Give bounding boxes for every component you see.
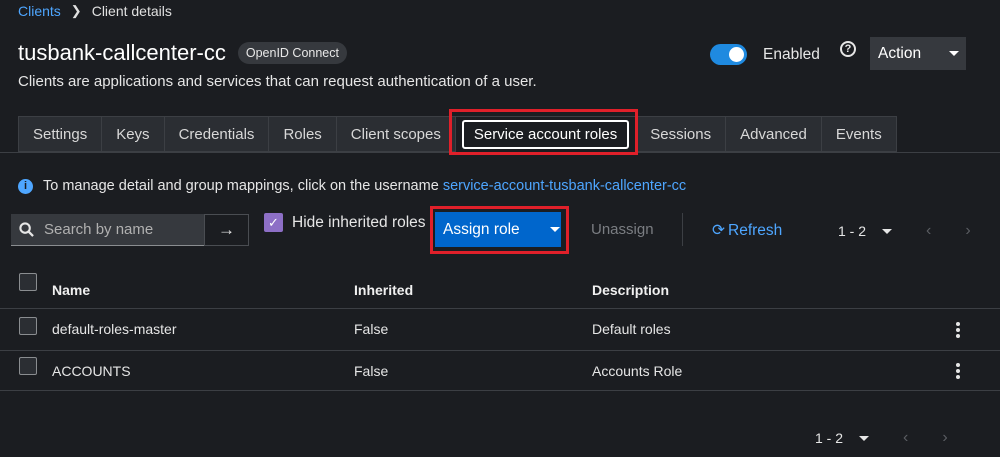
tab-keys[interactable]: Keys <box>101 116 164 152</box>
hide-inherited-label: Hide inherited roles <box>292 213 426 231</box>
prev-page-icon[interactable]: ‹ <box>903 429 908 447</box>
hide-inherited-checkbox[interactable]: ✓ Hide inherited roles <box>264 213 426 232</box>
service-account-link[interactable]: service-account-tusbank-callcenter-cc <box>443 178 686 194</box>
caret-down-icon <box>549 227 560 232</box>
breadcrumb-current: Client details <box>91 3 172 19</box>
table-header: Name Inherited Description <box>0 263 1000 309</box>
row-checkbox[interactable] <box>19 317 37 335</box>
pagination-bottom: 1 - 2 ‹ › <box>815 429 948 447</box>
column-header-inherited[interactable]: Inherited <box>354 282 413 298</box>
breadcrumb: Clients ❯ Client details <box>18 3 172 19</box>
caret-down-icon[interactable] <box>882 228 893 234</box>
search-input[interactable] <box>44 221 194 238</box>
tab-sessions[interactable]: Sessions <box>635 116 726 152</box>
help-icon[interactable]: ? <box>840 41 856 57</box>
highlight-box-tab <box>449 109 638 155</box>
caret-down-icon[interactable] <box>859 435 870 441</box>
enabled-label: Enabled <box>763 45 820 63</box>
caret-down-icon <box>949 51 960 56</box>
tab-advanced[interactable]: Advanced <box>725 116 821 152</box>
next-page-icon[interactable]: › <box>942 429 947 447</box>
action-dropdown[interactable]: Action <box>870 37 966 70</box>
title-row: tusbank-callcenter-cc OpenID Connect <box>18 40 347 66</box>
table-row: default-roles-master False Default roles <box>0 309 1000 351</box>
refresh-button[interactable]: ⟳ Refresh <box>712 221 782 240</box>
toolbar-divider <box>682 213 683 246</box>
enabled-switch[interactable]: Enabled <box>710 44 820 65</box>
tab-roles[interactable]: Roles <box>268 116 336 152</box>
assign-role-label: Assign role <box>443 220 520 238</box>
role-description: Accounts Role <box>592 363 683 379</box>
page-subtitle: Clients are applications and services th… <box>18 73 537 90</box>
role-name: ACCOUNTS <box>52 363 131 379</box>
prev-page-icon[interactable]: ‹ <box>926 222 931 240</box>
refresh-label: Refresh <box>728 221 783 239</box>
tab-credentials[interactable]: Credentials <box>163 116 269 152</box>
unassign-button[interactable]: Unassign <box>591 221 654 238</box>
table-row: ACCOUNTS False Accounts Role <box>0 351 1000 391</box>
info-text: To manage detail and group mappings, cli… <box>43 178 439 194</box>
action-label: Action <box>878 44 922 62</box>
info-message: i To manage detail and group mappings, c… <box>18 178 686 194</box>
role-description: Default roles <box>592 321 671 337</box>
tab-client-scopes[interactable]: Client scopes <box>335 116 455 152</box>
info-icon: i <box>18 178 33 194</box>
chevron-right-icon: ❯ <box>70 3 82 18</box>
arrow-right-icon: → <box>218 220 235 239</box>
kebab-menu-icon[interactable] <box>956 322 960 338</box>
tab-settings[interactable]: Settings <box>18 116 102 152</box>
column-header-description[interactable]: Description <box>592 282 669 298</box>
enabled-toggle[interactable] <box>710 44 747 65</box>
column-header-name[interactable]: Name <box>52 282 90 298</box>
row-checkbox[interactable] <box>19 357 37 375</box>
checkbox-checked-icon[interactable]: ✓ <box>264 213 283 232</box>
next-page-icon[interactable]: › <box>965 222 970 240</box>
assign-role-button[interactable]: Assign role <box>435 212 561 247</box>
select-all-checkbox[interactable] <box>19 273 37 291</box>
page-title: tusbank-callcenter-cc <box>18 40 226 65</box>
pagination-count: 1 - 2 <box>838 223 867 239</box>
search-go-button[interactable]: → <box>204 214 249 246</box>
kebab-menu-icon[interactable] <box>956 363 960 379</box>
role-name: default-roles-master <box>52 321 177 337</box>
breadcrumb-clients-link[interactable]: Clients <box>18 3 61 19</box>
search-icon <box>19 222 34 237</box>
role-inherited: False <box>354 321 389 337</box>
tab-events[interactable]: Events <box>820 116 897 152</box>
protocol-badge: OpenID Connect <box>237 42 347 64</box>
pagination-top: 1 - 2 ‹ › <box>838 222 971 240</box>
refresh-icon: ⟳ <box>712 222 725 239</box>
role-inherited: False <box>354 363 389 379</box>
search-box[interactable] <box>11 214 204 246</box>
pagination-count: 1 - 2 <box>815 430 844 446</box>
